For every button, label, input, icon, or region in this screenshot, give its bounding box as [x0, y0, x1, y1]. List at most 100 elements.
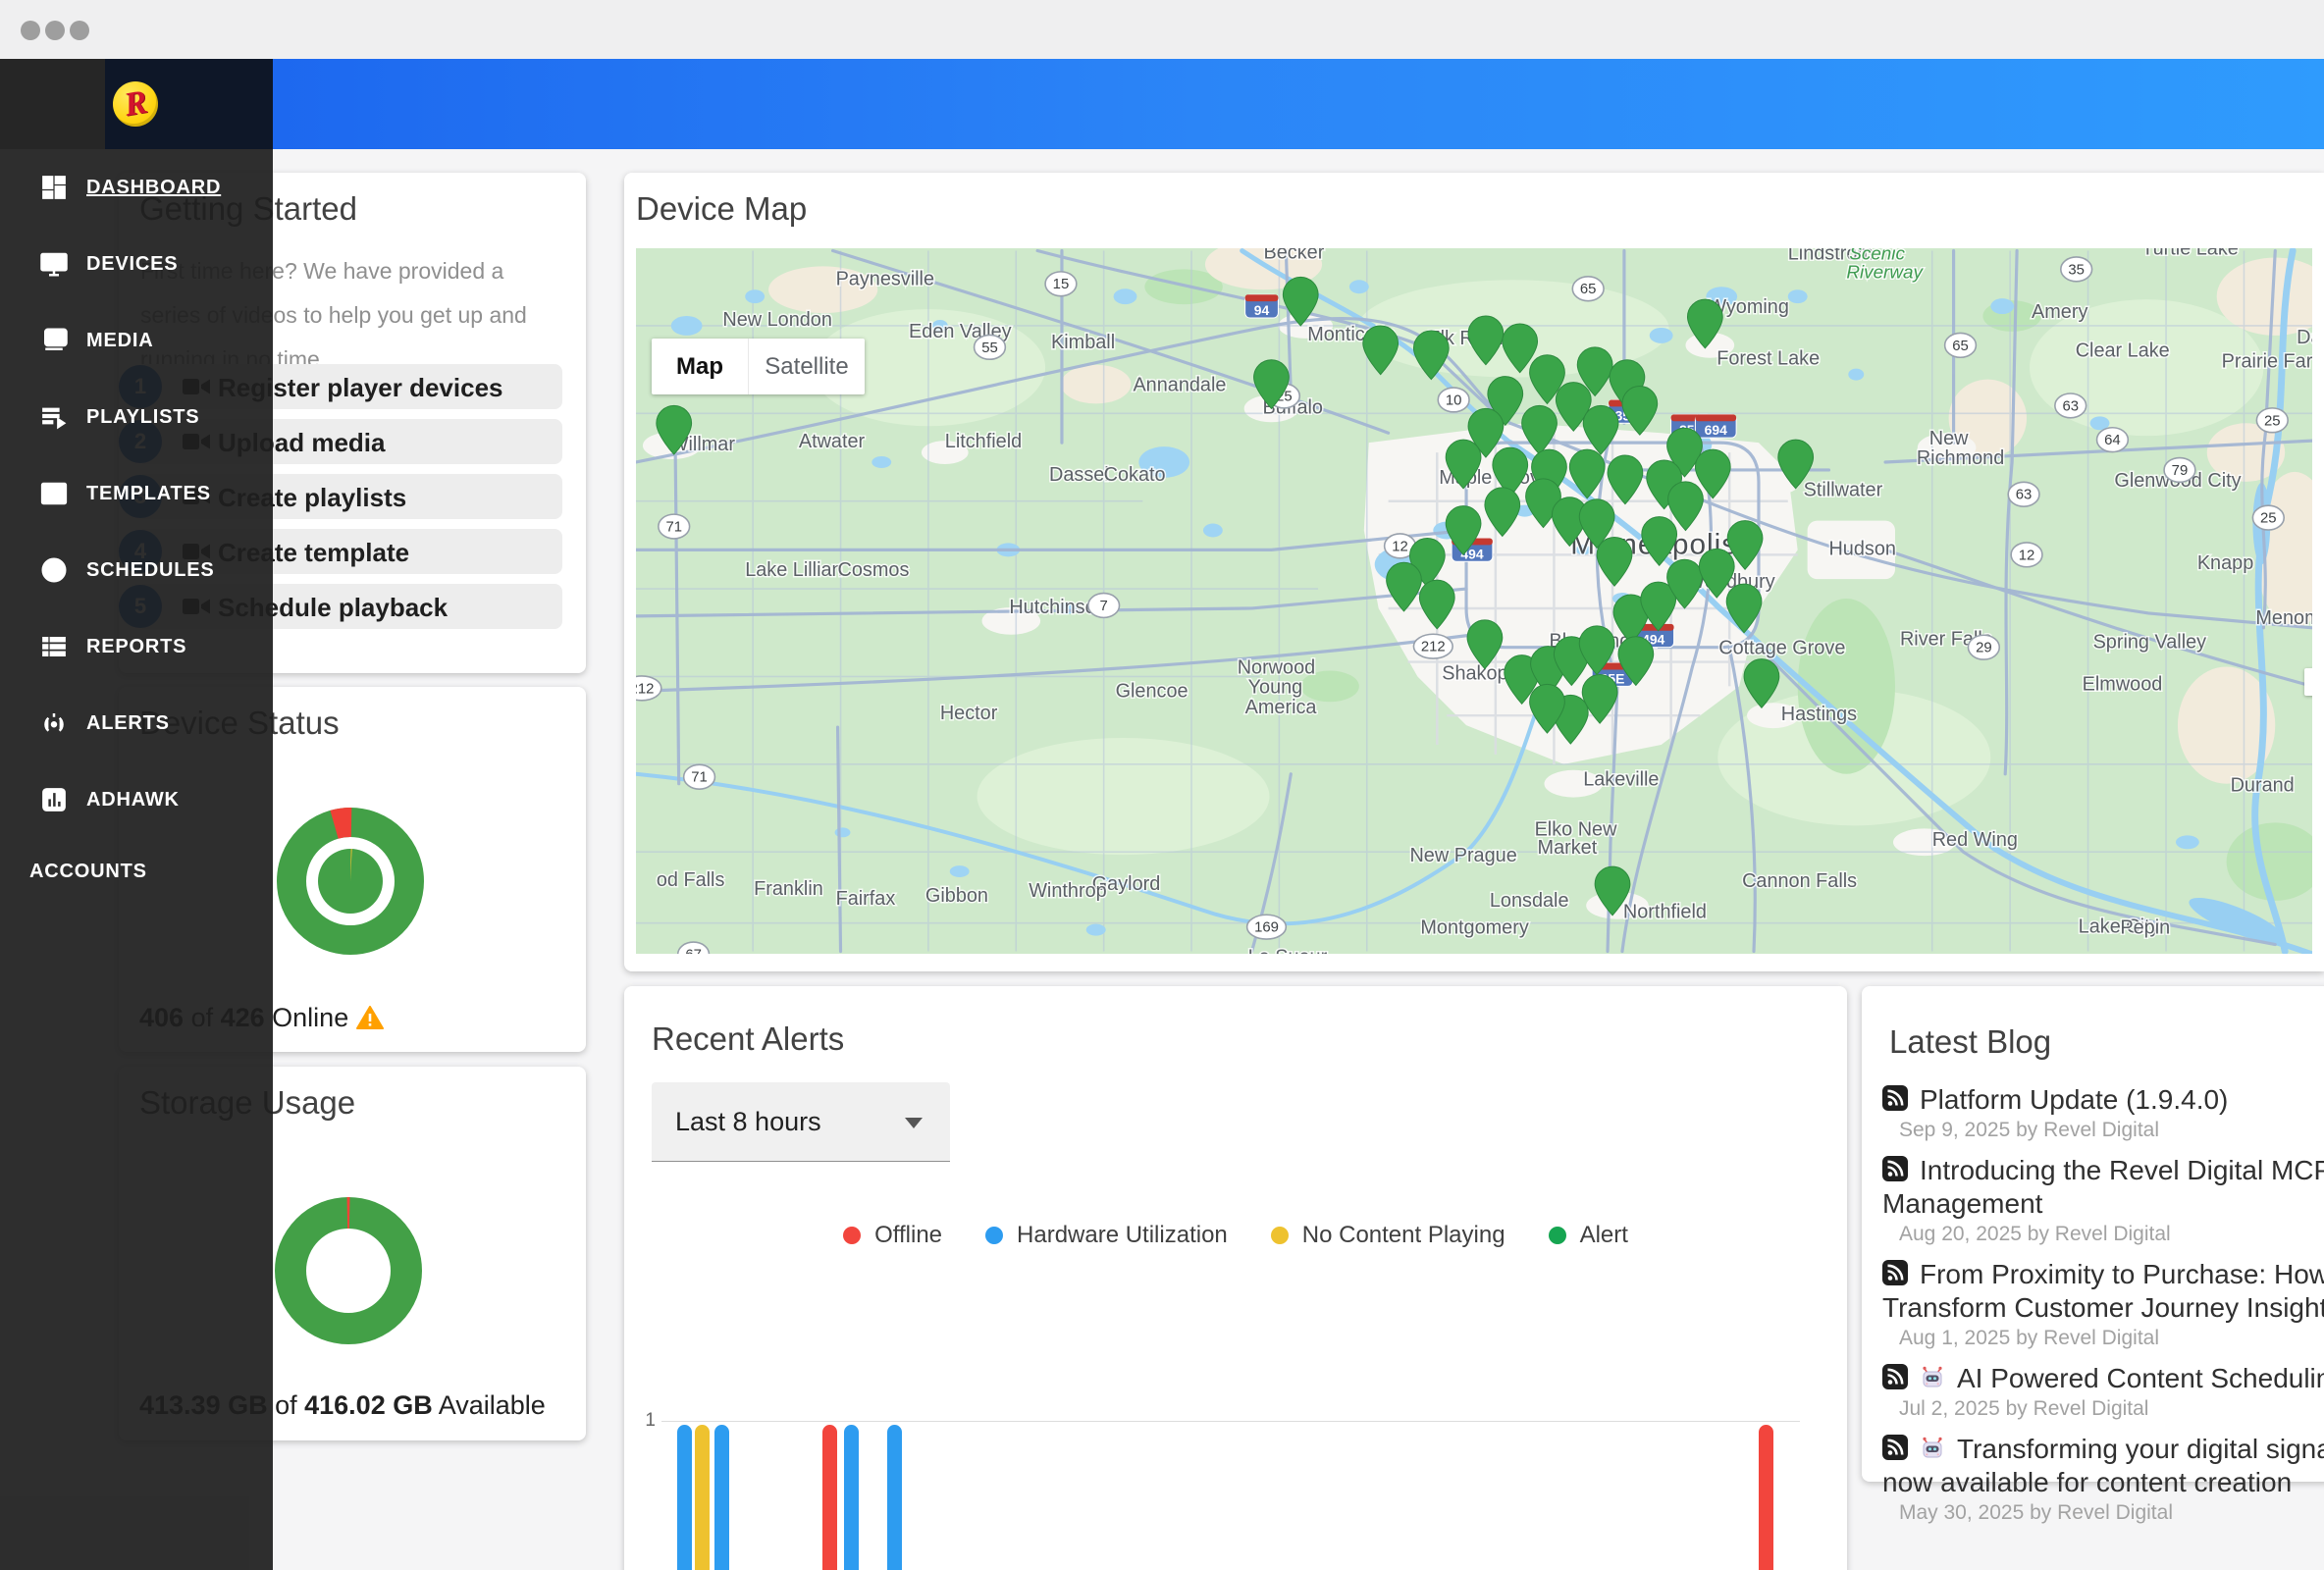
latest-blog-title: Latest Blog	[1889, 1023, 2051, 1061]
device-map-title: Device Map	[636, 190, 807, 228]
blog-post-item[interactable]: Transforming your digital signage withno…	[1882, 1434, 2324, 1525]
route-shield-icon: 71	[684, 764, 715, 789]
interstate-shield-icon: 94	[1245, 294, 1279, 318]
map-city-label: Montgomery	[1420, 917, 1528, 939]
alert-bar[interactable]	[887, 1425, 902, 1570]
time-range-value: Last 8 hours	[675, 1107, 821, 1137]
alert-bar[interactable]	[1759, 1425, 1773, 1570]
svg-text:29: 29	[1976, 641, 1992, 656]
map-city-label: Amery	[2032, 301, 2087, 323]
recent-alerts-card: Recent Alerts Last 8 hours OfflineHardwa…	[624, 986, 1847, 1570]
blog-post-title: From Proximity to Purchase: How Revel D	[1920, 1259, 2324, 1290]
route-shield-icon: 212	[1413, 634, 1452, 658]
map-city-label: Market	[1538, 837, 1598, 859]
playlists-icon	[39, 402, 69, 432]
blog-post-title: Introducing the Revel Digital MCP Server…	[1920, 1155, 2324, 1186]
map-city-label: Richmond	[1917, 447, 2004, 469]
sidebar-item-accounts[interactable]: ACCOUNTS	[0, 842, 273, 901]
map-city-label: Hastings	[1781, 704, 1857, 725]
route-shield-icon: 169	[1247, 915, 1287, 939]
sidebar-item-schedules[interactable]: SCHEDULES	[0, 532, 273, 608]
map-city-label: Gibbon	[925, 885, 988, 907]
alerts-icon	[39, 708, 69, 738]
svg-text:10: 10	[1446, 392, 1462, 408]
legend-dot-icon	[843, 1227, 861, 1244]
map-city-label: Young	[1248, 676, 1303, 698]
window-dot-icon[interactable]	[45, 21, 65, 40]
map-city-label: Hudson	[1828, 538, 1895, 559]
map-city-label: Northfield	[1623, 902, 1707, 923]
map-city-label: Annandale	[1133, 375, 1226, 396]
blog-post-item[interactable]: AI Powered Content SchedulingJul 2, 2025…	[1882, 1363, 2324, 1421]
legend-item: No Content Playing	[1271, 1222, 1505, 1249]
blog-post-item[interactable]: Platform Update (1.9.4.0)Sep 9, 2025 by …	[1882, 1084, 2324, 1142]
map-city-label: Becker	[1264, 248, 1325, 263]
alert-bar[interactable]	[695, 1425, 710, 1570]
legend-label: No Content Playing	[1302, 1222, 1505, 1249]
device-status-donut-chart	[272, 803, 429, 960]
sidebar-item-playlists[interactable]: PLAYLISTS	[0, 379, 273, 455]
route-shield-icon: 25	[2252, 505, 2284, 530]
robot-icon	[1920, 1435, 1945, 1465]
route-shield-icon: 65	[1945, 333, 1977, 357]
blog-post-date: Jul 2, 2025 by Revel Digital	[1899, 1397, 2324, 1421]
sidebar-item-devices[interactable]: DEVICES	[0, 226, 273, 302]
sidebar-item-adhawk[interactable]: ADHAWK	[0, 761, 273, 838]
svg-text:25: 25	[2264, 413, 2281, 429]
adhawk-icon	[39, 785, 69, 814]
alert-bar[interactable]	[714, 1425, 729, 1570]
map-button[interactable]: Map	[652, 339, 749, 394]
map-city-label: New	[1929, 428, 1969, 449]
blog-post-item[interactable]: From Proximity to Purchase: How Revel DT…	[1882, 1259, 2324, 1350]
sidebar-item-media[interactable]: MEDIA	[0, 302, 273, 379]
map-side-control[interactable]	[2304, 668, 2312, 696]
svg-text:71: 71	[691, 770, 708, 786]
route-shield-icon: 35	[2061, 257, 2092, 282]
route-shield-icon: 10	[1438, 388, 1469, 412]
blog-post-title-line2: Management	[1882, 1188, 2324, 1220]
map-city-label: Norwood	[1238, 656, 1315, 678]
sidebar-item-templates[interactable]: TEMPLATES	[0, 455, 273, 532]
blog-post-date: Sep 9, 2025 by Revel Digital	[1899, 1119, 2324, 1142]
blog-post-item[interactable]: Introducing the Revel Digital MCP Server…	[1882, 1155, 2324, 1246]
sidebar-item-label: ADHAWK	[86, 789, 180, 811]
map-city-label: New London	[722, 309, 832, 331]
blog-post-date: Aug 1, 2025 by Revel Digital	[1899, 1327, 2324, 1350]
map-city-label: Riverway	[1846, 261, 1924, 282]
map-city-label: Pepin	[2120, 917, 2170, 939]
alert-bar[interactable]	[677, 1425, 692, 1570]
blog-post-date: Aug 20, 2025 by Revel Digital	[1899, 1223, 2324, 1246]
route-shield-icon: 25	[2256, 408, 2288, 433]
templates-icon	[39, 479, 69, 508]
map-city-label: Red Wing	[1932, 829, 2018, 851]
header-blue-bar	[273, 59, 2324, 149]
rss-icon	[1882, 1260, 1908, 1290]
alert-bar[interactable]	[844, 1425, 859, 1570]
time-range-dropdown[interactable]: Last 8 hours	[652, 1082, 950, 1162]
satellite-button[interactable]: Satellite	[749, 339, 865, 394]
robot-icon	[1920, 1364, 1945, 1394]
map-city-label: Durand	[2231, 775, 2295, 797]
sidebar-item-reports[interactable]: REPORTS	[0, 608, 273, 685]
google-map[interactable]: BeckerMonticelloElk RiverBuffaloAnnandal…	[636, 248, 2312, 954]
route-shield-icon: 63	[2008, 482, 2039, 506]
map-canvas: BeckerMonticelloElk RiverBuffaloAnnandal…	[636, 248, 2312, 954]
svg-text:64: 64	[2104, 433, 2121, 448]
map-city-label: Paynesville	[836, 268, 934, 289]
rss-icon	[1882, 1085, 1908, 1116]
svg-text:15: 15	[1053, 277, 1070, 292]
svg-text:94: 94	[1254, 302, 1270, 318]
window-dot-icon[interactable]	[21, 21, 40, 40]
map-city-label: Franklin	[754, 878, 823, 900]
revel-logo[interactable]: R	[113, 81, 158, 127]
sidebar-item-alerts[interactable]: ALERTS	[0, 685, 273, 761]
alerts-bar-chart	[661, 1425, 1800, 1570]
alert-bar[interactable]	[822, 1425, 837, 1570]
sidebar-item-dashboard[interactable]: DASHBOARD	[0, 149, 273, 226]
route-shield-icon: 63	[2055, 393, 2086, 418]
warning-icon	[356, 1006, 384, 1037]
map-city-label: Knapp	[2197, 552, 2253, 574]
legend-label: Hardware Utilization	[1017, 1222, 1228, 1249]
svg-text:7: 7	[1100, 599, 1108, 614]
window-dot-icon[interactable]	[70, 21, 89, 40]
